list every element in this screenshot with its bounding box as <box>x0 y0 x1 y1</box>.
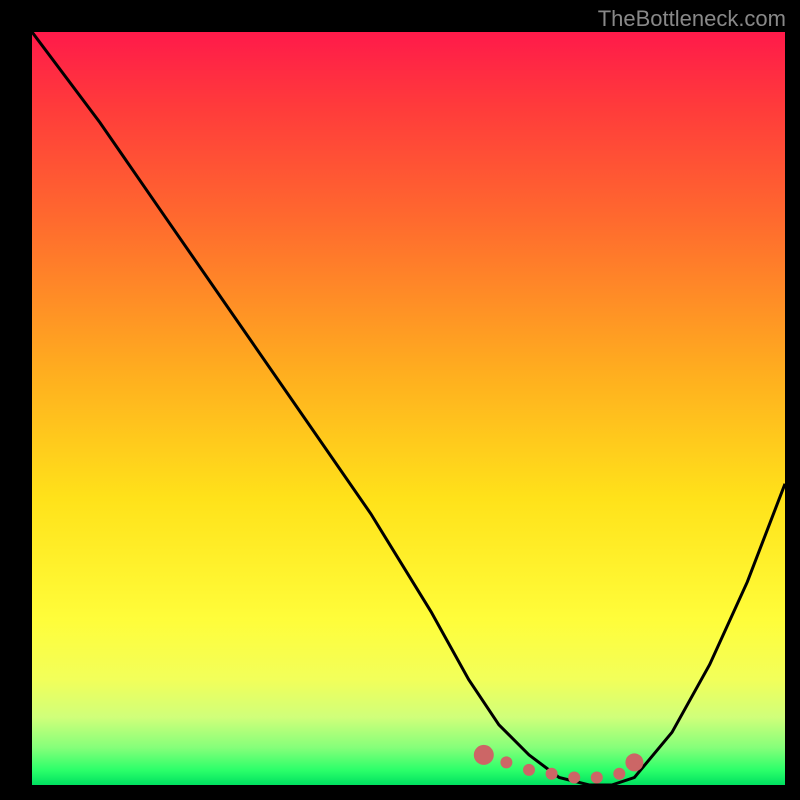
chart-svg <box>32 32 785 785</box>
watermark-text: TheBottleneck.com <box>598 6 786 32</box>
marker-dot <box>568 772 580 784</box>
marker-dot <box>625 753 643 771</box>
marker-dot <box>523 764 535 776</box>
marker-dot <box>500 756 512 768</box>
marker-dot <box>591 772 603 784</box>
marker-dot <box>613 768 625 780</box>
plot-area <box>32 32 785 785</box>
bottleneck-curve-path <box>32 32 785 785</box>
marker-dot <box>546 768 558 780</box>
marker-dot <box>474 745 494 765</box>
